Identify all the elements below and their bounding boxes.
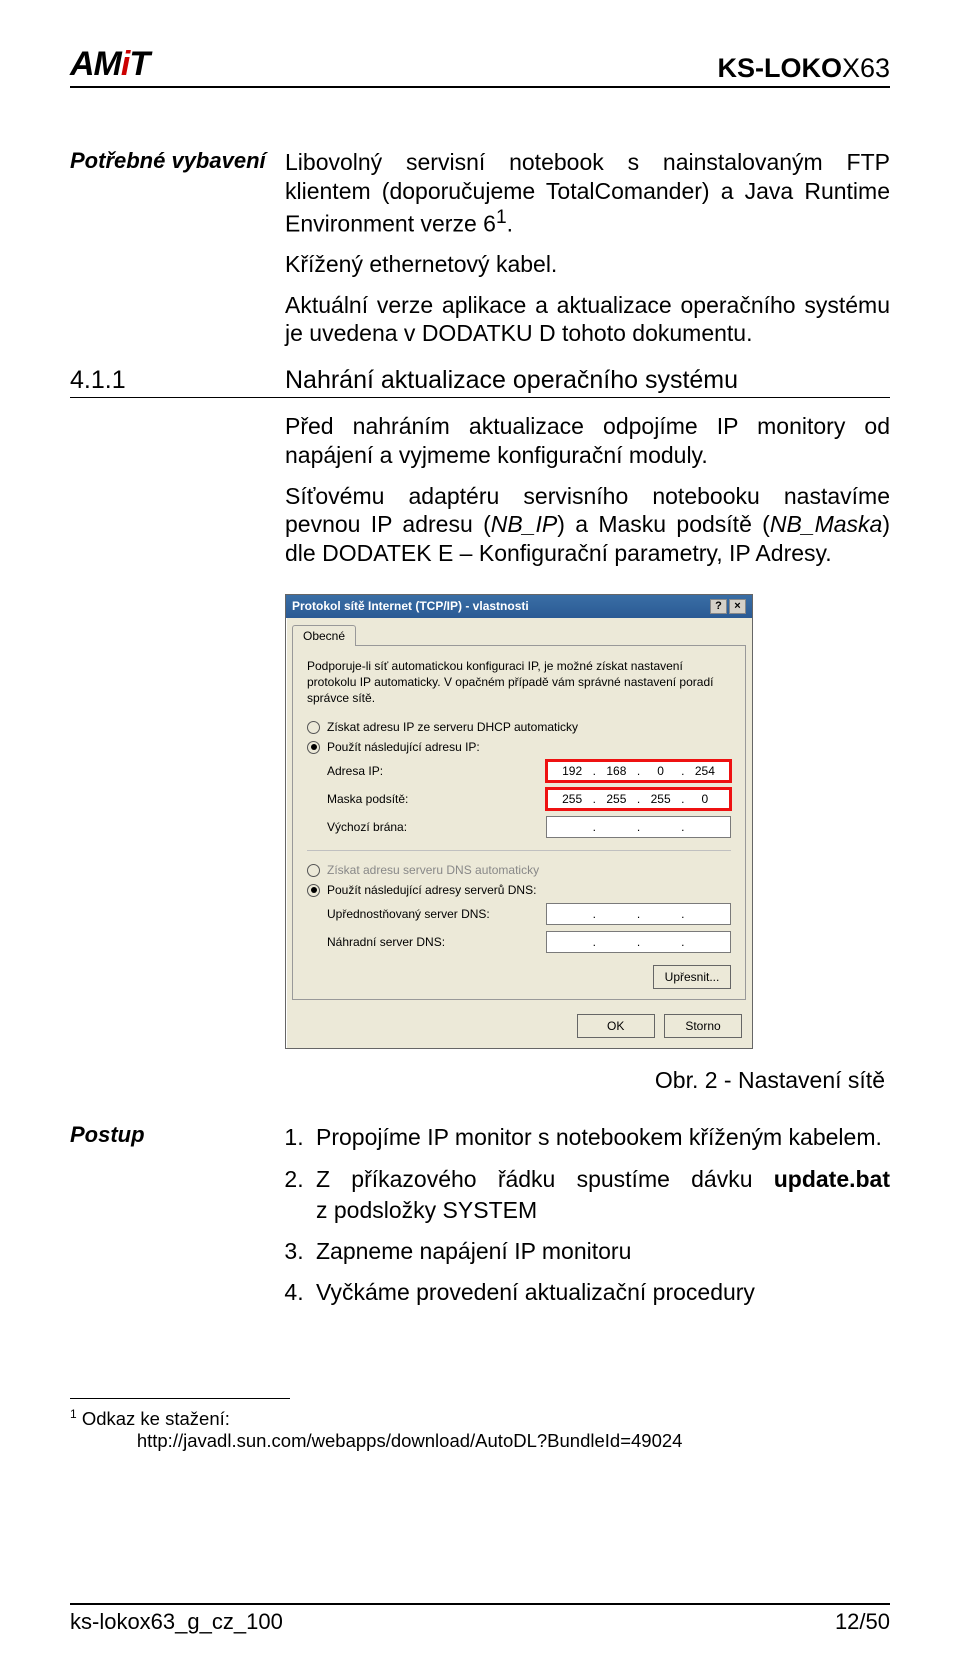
- section-number: 4.1.1: [70, 366, 285, 395]
- dialog-panel: Podporuje-li síť automatickou konfigurac…: [292, 645, 746, 1001]
- footnote-1: 1 Odkaz ke stažení: http://javadl.sun.co…: [70, 1407, 890, 1452]
- step-3: Zapneme napájení IP monitoru: [310, 1236, 890, 1267]
- help-icon[interactable]: ?: [710, 599, 727, 614]
- radio-icon: [307, 864, 320, 877]
- page-header: AMiT KS-LOKOX63: [70, 45, 890, 88]
- paragraph-prep: Před nahráním aktualizace odpojíme IP mo…: [285, 412, 890, 470]
- label-ip: Adresa IP:: [327, 764, 546, 778]
- paragraph-network: Síťovému adaptéru servisního notebooku n…: [285, 482, 890, 568]
- nb-maska: NB_Maska: [770, 511, 882, 537]
- tab-general[interactable]: Obecné: [292, 625, 356, 646]
- content: Potřebné vybavení Libovolný servisní not…: [70, 148, 890, 1452]
- footnote-sup: 1: [70, 1407, 77, 1421]
- dialog-description: Podporuje-li síť automatickou konfigurac…: [307, 658, 731, 707]
- divider: [307, 850, 731, 851]
- label-mask: Maska podsítě:: [327, 792, 546, 806]
- ip-oct-3: 0: [647, 764, 675, 778]
- s2e: dávku: [691, 1164, 752, 1195]
- radio-dhcp[interactable]: Získat adresu IP ze serveru DHCP automat…: [307, 720, 731, 734]
- radio-dns-static-label: Použít následující adresy serverů DNS:: [327, 883, 536, 897]
- figure-tcpip-dialog: Protokol sítě Internet (TCP/IP) - vlastn…: [285, 594, 890, 1050]
- footnote-label: Odkaz ke stažení:: [77, 1408, 230, 1429]
- radio-icon-selected: [307, 741, 320, 754]
- footnote-separator: [70, 1398, 290, 1399]
- ok-button[interactable]: OK: [577, 1014, 655, 1038]
- page-footer: ks-lokox63_g_cz_100 12/50: [70, 1603, 890, 1635]
- step-2: Z příkazového řádku spustíme dávku updat…: [310, 1164, 890, 1226]
- footnote-ref-1: 1: [496, 207, 507, 228]
- input-ip[interactable]: 192. 168. 0. 254: [546, 760, 731, 782]
- step-1: Propojíme IP monitor s notebookem křížen…: [310, 1122, 890, 1153]
- doc-id-suffix: X63: [842, 53, 890, 83]
- input-gateway[interactable]: ...: [546, 816, 731, 838]
- radio-dns-auto: Získat adresu serveru DNS automaticky: [307, 863, 731, 877]
- section-title: Nahrání aktualizace operačního systému: [285, 366, 890, 395]
- s2a: Z: [316, 1164, 330, 1195]
- s2f: z podsložky SYSTEM: [316, 1197, 537, 1223]
- doc-id-main: KS-LOKO: [717, 53, 842, 83]
- footnote-url: http://javadl.sun.com/webapps/download/A…: [137, 1430, 683, 1451]
- close-icon[interactable]: ×: [729, 599, 746, 614]
- field-ip: Adresa IP: 192. 168. 0. 254: [307, 760, 731, 782]
- advanced-button[interactable]: Upřesnit...: [653, 965, 731, 989]
- mask-oct-3: 255: [647, 792, 675, 806]
- tab-strip: Obecné: [286, 618, 752, 645]
- p5c: ) a Masku podsítě (: [557, 511, 770, 537]
- field-dns1: Upřednostňovaný server DNS: ...: [307, 903, 731, 925]
- radio-static-ip[interactable]: Použít následující adresu IP:: [307, 740, 731, 754]
- doc-id: KS-LOKOX63: [717, 53, 890, 84]
- p1-dot: .: [507, 210, 513, 236]
- figure-caption: Obr. 2 - Nastavení sítě: [70, 1067, 890, 1094]
- field-gateway: Výchozí brána: ...: [307, 816, 731, 838]
- label-gateway: Výchozí brána:: [327, 820, 546, 834]
- logo-part-t: T: [129, 45, 149, 83]
- input-mask[interactable]: 255. 255. 255. 0: [546, 788, 731, 810]
- dialog-titlebar[interactable]: Protokol sítě Internet (TCP/IP) - vlastn…: [286, 595, 752, 618]
- field-mask: Maska podsítě: 255. 255. 255. 0: [307, 788, 731, 810]
- mask-oct-1: 255: [558, 792, 586, 806]
- cancel-button[interactable]: Storno: [664, 1014, 742, 1038]
- mask-oct-4: 0: [691, 792, 719, 806]
- nb-ip: NB_IP: [491, 511, 557, 537]
- label-dns2: Náhradní server DNS:: [327, 935, 546, 949]
- label-dns1: Upřednostňovaný server DNS:: [327, 907, 546, 921]
- input-dns2[interactable]: ...: [546, 931, 731, 953]
- radio-dns-auto-label: Získat adresu serveru DNS automaticky: [327, 863, 539, 877]
- tcpip-dialog: Protokol sítě Internet (TCP/IP) - vlastn…: [285, 594, 753, 1050]
- s2b: příkazového: [351, 1164, 476, 1195]
- logo: AMiT: [70, 45, 149, 84]
- radio-dns-static[interactable]: Použít následující adresy serverů DNS:: [307, 883, 731, 897]
- s2d: spustíme: [577, 1164, 670, 1195]
- radio-icon: [307, 721, 320, 734]
- procedure-list: Propojíme IP monitor s notebookem křížen…: [285, 1122, 890, 1307]
- section-heading: 4.1.1 Nahrání aktualizace operačního sys…: [70, 366, 890, 398]
- paragraph-version: Aktuální verze aplikace a aktualizace op…: [285, 291, 890, 349]
- ip-oct-4: 254: [691, 764, 719, 778]
- dialog-title: Protokol sítě Internet (TCP/IP) - vlastn…: [292, 599, 529, 613]
- mask-oct-2: 255: [602, 792, 630, 806]
- p1-text: Libovolný servisní notebook s nainstalov…: [285, 149, 890, 236]
- paragraph-equipment: Libovolný servisní notebook s nainstalov…: [285, 148, 890, 238]
- update-bat: update.bat: [774, 1164, 890, 1195]
- radio-dhcp-label: Získat adresu IP ze serveru DHCP automat…: [327, 720, 578, 734]
- radio-static-label: Použít následující adresu IP:: [327, 740, 480, 754]
- margin-label-equipment: Potřebné vybavení: [70, 148, 285, 360]
- field-dns2: Náhradní server DNS: ...: [307, 931, 731, 953]
- footer-right: 12/50: [835, 1609, 890, 1635]
- input-dns1[interactable]: ...: [546, 903, 731, 925]
- radio-icon-selected: [307, 884, 320, 897]
- logo-part-am: AM: [70, 45, 121, 83]
- margin-label-procedure: Postup: [70, 1122, 285, 1317]
- ip-oct-2: 168: [602, 764, 630, 778]
- ip-oct-1: 192: [558, 764, 586, 778]
- paragraph-cable: Křížený ethernetový kabel.: [285, 250, 890, 279]
- step-4: Vyčkáme provedení aktualizační procedury: [310, 1277, 890, 1308]
- footer-left: ks-lokox63_g_cz_100: [70, 1609, 283, 1635]
- s2c: řádku: [498, 1164, 556, 1195]
